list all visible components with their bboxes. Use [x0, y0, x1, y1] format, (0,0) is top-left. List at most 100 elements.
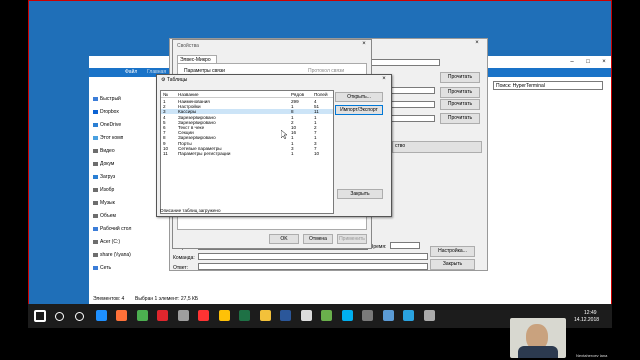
nav-item[interactable]: Dropbox: [93, 109, 119, 115]
nav-item-label: Рабочий стол: [100, 226, 132, 232]
col-name[interactable]: Название: [178, 92, 199, 97]
nav-item-label: Этот комп: [100, 135, 124, 141]
terminal-icon[interactable]: [177, 310, 189, 321]
table-cell: 11: [163, 151, 168, 156]
app2-icon[interactable]: [382, 310, 394, 321]
tables-close-icon[interactable]: ×: [379, 75, 389, 83]
cancel-button[interactable]: Отмена: [303, 234, 333, 244]
col-fields[interactable]: Полей: [314, 92, 328, 97]
col-number[interactable]: №: [163, 92, 168, 97]
maximize-icon[interactable]: □: [583, 58, 593, 66]
music-icon: [93, 200, 98, 205]
properties-close-icon[interactable]: ×: [359, 40, 369, 48]
table-row[interactable]: 11 Параметры регистрации 1 10: [161, 151, 333, 156]
network-drive-icon: [93, 252, 98, 257]
start-icon[interactable]: [34, 310, 46, 322]
folder-icon[interactable]: [259, 310, 271, 321]
document-icon: [93, 161, 98, 166]
tables-status: Описание таблиц загружено: [160, 208, 221, 213]
dialog-close-icon[interactable]: ×: [472, 39, 482, 47]
ok-button[interactable]: OK: [269, 234, 299, 244]
nav-item-label: Сеть: [100, 265, 112, 271]
value-field-1[interactable]: [390, 87, 435, 94]
telegram-icon[interactable]: [403, 310, 414, 321]
tables-title: ⚙ Таблицы: [161, 77, 188, 83]
nav-item-label: Dropbox: [100, 109, 119, 115]
download-icon: [93, 174, 98, 179]
nav-item[interactable]: Докум: [93, 161, 114, 167]
settings-button[interactable]: Настройка...: [430, 246, 475, 257]
properties-title: Свойства: [177, 43, 199, 49]
nav-item[interactable]: Этот комп: [93, 135, 123, 141]
open-button[interactable]: Открыть...: [335, 92, 383, 102]
chrome-icon[interactable]: [136, 310, 148, 321]
grid-header: № Название Рядов Полей: [161, 92, 333, 98]
cloud-icon: [93, 122, 98, 127]
read-button-3[interactable]: Прочитать: [440, 99, 480, 110]
nav-item[interactable]: Рабочий стол: [93, 226, 131, 232]
property-button[interactable]: ство: [392, 141, 482, 153]
nav-item-label: Изобр: [100, 187, 115, 193]
tool-icon[interactable]: [321, 310, 332, 321]
calculator-icon[interactable]: [300, 310, 312, 321]
read-button-2[interactable]: Прочитать: [440, 87, 480, 98]
nav-item[interactable]: Сеть: [93, 265, 111, 271]
app-icon[interactable]: [362, 310, 373, 321]
word-icon[interactable]: [280, 310, 291, 321]
port-select[interactable]: [370, 59, 440, 66]
taskbar-time[interactable]: 12:49: [584, 310, 597, 316]
nav-item-label: share (\\yana): [100, 252, 131, 258]
firefox-icon[interactable]: [116, 310, 127, 321]
value-field-3[interactable]: [390, 115, 435, 122]
skype-icon[interactable]: [341, 310, 353, 321]
computer-icon: [93, 135, 98, 140]
nav-item[interactable]: share (\\yana): [93, 252, 131, 258]
table-cell: 10: [314, 151, 320, 156]
search-icon[interactable]: [54, 312, 64, 321]
search-input[interactable]: Поиск: HyperTerminal: [493, 81, 603, 90]
tab-file[interactable]: Файл: [125, 69, 137, 75]
webcam-overlay: [510, 318, 566, 358]
mail-icon[interactable]: [218, 310, 230, 321]
app3-icon[interactable]: [423, 310, 435, 321]
table-cell: 1: [291, 151, 294, 156]
video-icon: [93, 148, 98, 153]
nav-item[interactable]: OneDrive: [93, 122, 121, 128]
command-field[interactable]: [198, 253, 428, 260]
nav-item[interactable]: Загруз: [93, 174, 115, 180]
nav-item[interactable]: Объем: [93, 213, 116, 219]
answer-label: Ответ:: [173, 265, 189, 271]
edge-icon[interactable]: [95, 310, 107, 321]
tables-grid[interactable]: № Название Рядов Полей 1 Наименования 299 4…: [160, 90, 334, 214]
excel-icon[interactable]: [239, 310, 250, 321]
answer-field[interactable]: [198, 263, 428, 270]
import-export-button[interactable]: Импорт/Экспорт: [335, 105, 383, 115]
col-rows[interactable]: Рядов: [291, 92, 304, 97]
read-button-1[interactable]: Прочитать: [440, 72, 480, 83]
desktop-screen: – □ × Файл Главная Поиск: HyperTerminal …: [28, 0, 612, 328]
nav-item[interactable]: Быстрый: [93, 96, 121, 102]
nav-item[interactable]: Acer (C:): [93, 239, 120, 245]
nav-item[interactable]: Изобр: [93, 187, 114, 193]
nav-item-label: Видео: [100, 148, 115, 154]
opera-icon[interactable]: [157, 310, 168, 321]
time-field[interactable]: [390, 242, 420, 249]
apply-button[interactable]: Применить: [337, 234, 367, 244]
webcam-caption: Nextaheroev lana: [576, 353, 608, 358]
dropbox-icon: [93, 109, 98, 114]
nav-item[interactable]: Музык: [93, 200, 115, 206]
task-view-icon[interactable]: [75, 312, 84, 321]
minimize-icon[interactable]: –: [567, 58, 577, 66]
table-cell: Параметры регистрации: [178, 151, 231, 156]
tables-close-button[interactable]: Закрыть: [337, 189, 383, 199]
close-icon[interactable]: ×: [599, 58, 609, 66]
yandex-icon[interactable]: [198, 310, 209, 321]
time-label: Время:: [370, 244, 387, 250]
value-field-2[interactable]: [390, 101, 435, 108]
read-button-4[interactable]: Прочитать: [440, 113, 480, 124]
taskbar-date[interactable]: 14.12.2018: [574, 317, 599, 323]
nav-item-label: Загруз: [100, 174, 116, 180]
nav-item[interactable]: Видео: [93, 148, 115, 154]
status-item-count: Элементов: 4: [93, 296, 125, 302]
close-button[interactable]: Закрыть: [430, 259, 475, 270]
